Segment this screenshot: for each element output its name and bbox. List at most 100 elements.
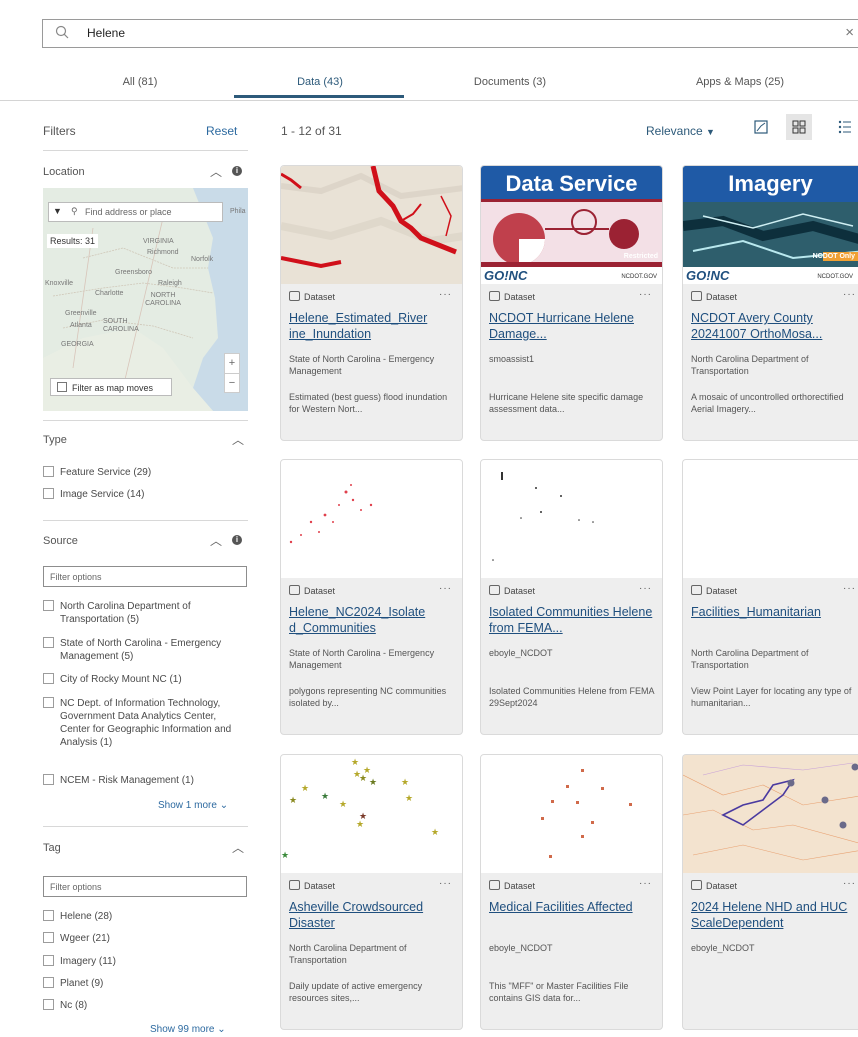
tag-option[interactable]: Wgeer (21) <box>43 932 110 946</box>
chevron-down-icon: ⌄ <box>217 1024 226 1035</box>
tag-filter-input[interactable]: Filter options <box>43 876 247 897</box>
card-thumbnail <box>481 755 662 873</box>
filter-as-map-moves-checkbox[interactable]: Filter as map moves <box>50 378 172 396</box>
checkbox[interactable] <box>43 955 54 966</box>
more-options-icon[interactable]: ··· <box>843 289 856 300</box>
result-card[interactable]: ★ ★ ★ ★ ★ ★ ★ ★ ★ ★ ★ ★ ★ ★ ★ Dataset ··· Ashevill… <box>280 754 463 1030</box>
result-card[interactable]: Dataset ··· 2024 Helene NHD and HUC Scal… <box>682 754 858 1030</box>
more-options-icon[interactable]: ··· <box>639 583 652 594</box>
more-options-icon[interactable]: ··· <box>439 289 452 300</box>
location-info-icon[interactable]: i <box>232 166 242 176</box>
ncdot-only-badge: NCDOT Only <box>812 253 855 260</box>
tab-documents[interactable]: Documents (3) <box>460 76 560 88</box>
card-type: Dataset <box>706 881 738 891</box>
dataset-icon <box>691 880 702 890</box>
collapse-source-icon[interactable]: ︿ <box>210 532 222 549</box>
map-search-input[interactable]: Find address or place <box>85 207 172 217</box>
checkbox[interactable] <box>43 999 54 1010</box>
checkbox[interactable] <box>43 910 54 921</box>
more-options-icon[interactable]: ··· <box>439 583 452 594</box>
tag-option[interactable]: Imagery (11) <box>43 955 116 969</box>
type-option[interactable]: Image Service (14) <box>43 488 144 502</box>
tag-option[interactable]: Planet (9) <box>43 977 103 991</box>
checkbox[interactable] <box>57 382 67 392</box>
map-view-icon[interactable] <box>754 120 768 139</box>
card-title[interactable]: Facilities_Humanitarian <box>691 604 858 620</box>
more-options-icon[interactable]: ··· <box>639 878 652 889</box>
result-card[interactable]: Dataset ··· Helene_Estimated_River ine_I… <box>280 165 463 441</box>
source-info-icon[interactable]: i <box>232 535 242 545</box>
checkbox[interactable] <box>43 977 54 988</box>
card-snippet: polygons representing NC communities iso… <box>289 686 447 708</box>
result-card[interactable]: Dataset ··· Helene_NC2024_Isolate d_Comm… <box>280 459 463 735</box>
clear-search-icon[interactable]: × <box>845 24 854 41</box>
map-label: Raleigh <box>158 280 182 287</box>
grid-view-icon[interactable] <box>786 114 812 140</box>
card-title[interactable]: Medical Facilities Affected <box>489 899 659 915</box>
svg-text:★: ★ <box>405 794 413 804</box>
result-card[interactable]: Dataset ··· Medical Facilities Affected … <box>480 754 663 1030</box>
checkbox[interactable] <box>43 932 54 943</box>
source-show-more[interactable]: Show 1 more ⌄ <box>158 800 228 811</box>
result-card[interactable]: Data Service Restricted GO!NC NCDOT.GOV … <box>480 165 663 441</box>
tag-option[interactable]: Nc (8) <box>43 999 87 1013</box>
source-option[interactable]: State of North Carolina - Emergency Mana… <box>43 637 240 663</box>
checkbox[interactable] <box>43 673 54 684</box>
collapse-location-icon[interactable]: ︿ <box>210 163 222 180</box>
more-options-icon[interactable]: ··· <box>843 583 856 594</box>
source-option[interactable]: NCEM - Risk Management (1) <box>43 774 240 788</box>
result-card[interactable]: Dataset ··· Isolated Communities Helene … <box>480 459 663 735</box>
card-owner: eboyle_NCDOT <box>691 943 755 953</box>
tag-show-more[interactable]: Show 99 more ⌄ <box>150 1024 226 1035</box>
card-title[interactable]: Asheville Crowdsourced Disaster <box>289 899 459 931</box>
source-option[interactable]: North Carolina Department of Transportat… <box>43 600 240 626</box>
list-view-icon[interactable] <box>838 120 852 139</box>
dataset-icon <box>289 585 300 595</box>
search-input[interactable]: Helene <box>87 26 125 40</box>
svg-text:★: ★ <box>289 796 297 806</box>
search-bar[interactable]: Helene × <box>42 19 858 48</box>
checkbox[interactable] <box>43 697 54 708</box>
zoom-out-button[interactable]: − <box>225 374 239 393</box>
source-option[interactable]: City of Rocky Mount NC (1) <box>43 673 240 687</box>
tab-all[interactable]: All (81) <box>90 76 190 88</box>
svg-text:★: ★ <box>369 778 377 788</box>
divider <box>43 520 248 521</box>
chevron-down-icon[interactable]: ▼ <box>53 206 62 216</box>
checkbox[interactable] <box>43 488 54 499</box>
checkbox[interactable] <box>43 466 54 477</box>
reset-filters-button[interactable]: Reset <box>206 124 237 138</box>
source-option[interactable]: NC Dept. of Information Technology, Gove… <box>43 697 240 749</box>
checkbox[interactable] <box>43 637 54 648</box>
tab-data[interactable]: Data (43) <box>270 76 370 88</box>
sort-dropdown[interactable]: Relevance ▼ <box>646 124 715 138</box>
card-type: Dataset <box>504 586 536 596</box>
card-title[interactable]: 2024 Helene NHD and HUC ScaleDependent <box>691 899 858 931</box>
tab-apps-maps[interactable]: Apps & Maps (25) <box>680 76 800 88</box>
type-option[interactable]: Feature Service (29) <box>43 466 151 480</box>
card-title[interactable]: NCDOT Avery County 20241007 OrthoMosa... <box>691 310 858 342</box>
checkbox[interactable] <box>43 774 54 785</box>
result-card[interactable]: Dataset ··· Facilities_Humanitarian Nort… <box>682 459 858 735</box>
card-title[interactable]: Helene_NC2024_Isolate d_Communities <box>289 604 459 636</box>
checkbox[interactable] <box>43 600 54 611</box>
source-filter-input[interactable]: Filter options <box>43 566 247 587</box>
card-owner: North Carolina Department of Transportat… <box>691 354 809 376</box>
map-search-box[interactable]: ▼ ⚲ Find address or place <box>48 202 223 222</box>
card-title[interactable]: NCDOT Hurricane Helene Damage... <box>489 310 659 342</box>
collapse-tag-icon[interactable]: ︿ <box>232 839 244 856</box>
card-title[interactable]: Isolated Communities Helene from FEMA... <box>489 604 659 636</box>
result-card[interactable]: Imagery NCDOT Only GO!NC NCDOT.GOV Datas… <box>682 165 858 441</box>
card-title[interactable]: Helene_Estimated_River ine_Inundation <box>289 310 459 342</box>
collapse-type-icon[interactable]: ︿ <box>232 431 244 448</box>
card-snippet: Estimated (best guess) flood inundation … <box>289 392 448 414</box>
more-options-icon[interactable]: ··· <box>843 878 856 889</box>
more-options-icon[interactable]: ··· <box>439 878 452 889</box>
location-map[interactable]: ▼ ⚲ Find address or place Phila Results:… <box>43 188 248 411</box>
more-options-icon[interactable]: ··· <box>639 289 652 300</box>
card-type: Dataset <box>304 881 336 891</box>
card-snippet: A mosaic of uncontrolled orthorectified … <box>691 392 844 414</box>
tag-option[interactable]: Helene (28) <box>43 910 112 924</box>
card-owner: eboyle_NCDOT <box>489 943 553 953</box>
zoom-in-button[interactable]: + <box>225 354 239 374</box>
